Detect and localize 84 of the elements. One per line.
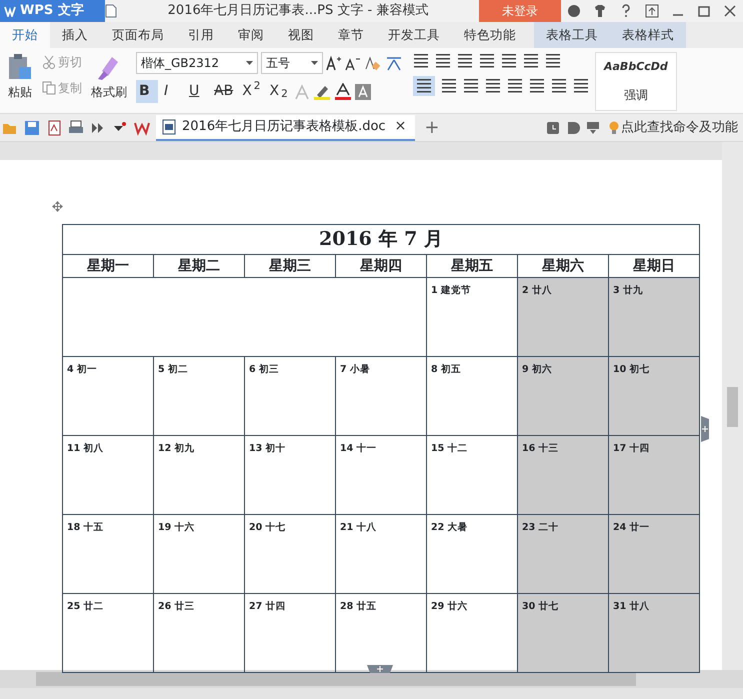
day-cell: 31 廿八 xyxy=(608,594,700,672)
calendar-title: 2016 年 7 月 xyxy=(62,224,700,254)
insert-column-icon[interactable] xyxy=(701,416,709,442)
day-cell: 30 廿七 xyxy=(518,594,608,672)
format-button[interactable]: U xyxy=(186,80,208,103)
scissors-icon xyxy=(42,55,56,69)
scroll-thumb[interactable] xyxy=(727,387,738,427)
grow-font-icon[interactable] xyxy=(326,55,342,71)
ribbon-tab[interactable]: 开始 xyxy=(0,22,50,48)
shirt-icon[interactable] xyxy=(593,4,607,18)
day-cell: 5 初二 xyxy=(154,356,244,436)
save-icon[interactable] xyxy=(24,120,40,136)
history-icon[interactable] xyxy=(546,120,560,134)
new-tab-button[interactable]: + xyxy=(421,113,442,142)
command-search-button[interactable]: 点此查找命令及功能 xyxy=(606,116,741,138)
ribbon-tab[interactable]: 表格工具 xyxy=(534,22,610,48)
tab-close-button[interactable]: × xyxy=(392,115,410,138)
upload-icon[interactable] xyxy=(645,4,659,18)
day-cell: 24 廿一 xyxy=(608,514,700,594)
lightbulb-icon xyxy=(609,120,619,134)
insert-row-icon[interactable] xyxy=(367,665,393,673)
format-button[interactable]: AB xyxy=(211,80,236,103)
day-cell: 3 廿九 xyxy=(608,278,700,356)
ribbon-tab[interactable]: 页面布局 xyxy=(100,22,176,48)
style-gallery-item[interactable]: AaBbCcDd 强调 xyxy=(595,52,677,110)
scroll-thumb[interactable] xyxy=(36,672,636,686)
print-icon[interactable] xyxy=(68,120,84,136)
ribbon-tab[interactable]: 插入 xyxy=(50,22,100,48)
day-cell: 19 十六 xyxy=(154,514,244,594)
day-cell: 23 二十 xyxy=(518,514,608,594)
ribbon-tab[interactable]: 特色功能 xyxy=(452,22,528,48)
day-cell: 11 初八 xyxy=(62,436,154,514)
weekday-header: 星期三 xyxy=(244,254,336,278)
table-move-handle-icon[interactable] xyxy=(52,201,63,212)
weekday-header: 星期四 xyxy=(336,254,426,278)
paste-button[interactable]: 粘贴 xyxy=(4,52,36,102)
font-name-dropdown[interactable]: 楷体_GB2312 xyxy=(136,52,258,74)
export-pdf-icon[interactable] xyxy=(46,120,62,136)
weekday-header: 星期一 xyxy=(62,254,154,278)
ribbon-tab[interactable]: 审阅 xyxy=(226,22,276,48)
day-cell: 2 廿八 xyxy=(518,278,608,356)
close-icon[interactable] xyxy=(723,4,737,18)
day-cell: 14 十一 xyxy=(336,436,426,514)
window-title: 2016年七月日历记事表...PS 文字 - 兼容模式 xyxy=(166,2,430,20)
font-color-icon[interactable] xyxy=(334,82,352,100)
document-tab[interactable]: 2016年七月日历记事表格模板.doc × xyxy=(156,114,416,140)
align-left-icon xyxy=(416,77,432,95)
format-button[interactable]: B xyxy=(136,80,158,103)
ribbon-tab[interactable]: 开发工具 xyxy=(376,22,452,48)
format-button[interactable]: I xyxy=(161,80,183,103)
document-tab-label: 2016年七月日历记事表格模板.doc xyxy=(182,118,386,136)
collapse-icon[interactable] xyxy=(586,120,600,134)
weekday-header: 星期二 xyxy=(154,254,244,278)
copy-icon xyxy=(42,81,56,95)
day-cell: 21 十八 xyxy=(336,514,426,594)
app-menu-button[interactable]: WPS 文字 xyxy=(0,0,105,22)
day-cell: 17 十四 xyxy=(608,436,700,514)
format-painter-button[interactable]: 格式刷 xyxy=(88,52,130,102)
day-cell: 6 初三 xyxy=(244,356,336,436)
day-cell: 18 十五 xyxy=(62,514,154,594)
day-cell: 7 小暑 xyxy=(336,356,426,436)
format-button[interactable]: X$^{2}$ xyxy=(239,80,264,103)
day-cell: 16 十三 xyxy=(518,436,608,514)
day-cell: 9 初六 xyxy=(518,356,608,436)
clear-format-icon[interactable] xyxy=(364,55,380,71)
day-cell: 12 初九 xyxy=(154,436,244,514)
day-cell: 10 初七 xyxy=(608,356,700,436)
ribbon-tab[interactable]: 表格样式 xyxy=(610,22,686,48)
day-cell: 20 十七 xyxy=(244,514,336,594)
day-cell: 4 初一 xyxy=(62,356,154,436)
ribbon-tab[interactable]: 视图 xyxy=(276,22,326,48)
align-left-button[interactable] xyxy=(413,76,435,96)
caret-icon xyxy=(311,61,318,65)
maximize-icon[interactable] xyxy=(697,4,711,18)
format-button[interactable]: X$_{2}$ xyxy=(266,80,291,103)
word-document-icon xyxy=(162,118,176,134)
ribbon-tab[interactable]: 引用 xyxy=(176,22,226,48)
logo-icon xyxy=(4,5,16,17)
ribbon-tab[interactable]: 章节 xyxy=(326,22,376,48)
font-size-dropdown[interactable]: 五号 xyxy=(261,52,323,74)
caret-icon xyxy=(246,61,253,65)
weekday-header: 星期五 xyxy=(426,254,518,278)
day-cell: 13 初十 xyxy=(244,436,336,514)
clipboard-icon xyxy=(7,53,33,81)
